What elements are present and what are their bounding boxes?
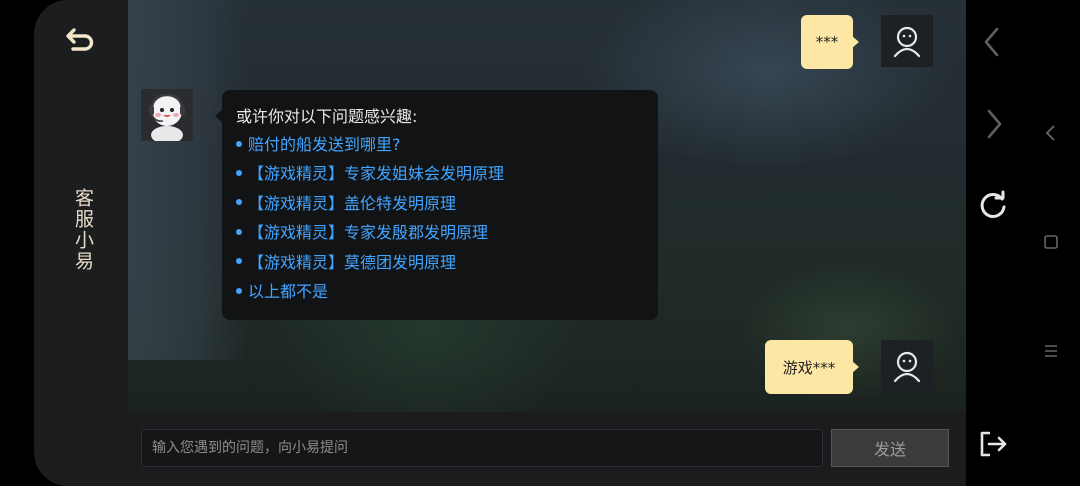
send-button[interactable]: 发送 — [831, 429, 949, 467]
bot-message-heading: 或许你对以下问题感兴趣: — [236, 107, 418, 126]
next-button[interactable] — [969, 100, 1017, 148]
suggestion-item[interactable]: 赔付的船发送到哪里? — [236, 130, 644, 159]
suggestion-text: 赔付的船发送到哪里? — [248, 135, 401, 154]
user-avatar — [881, 15, 933, 67]
user-message-text: *** — [815, 33, 839, 51]
prev-button[interactable] — [969, 18, 1017, 66]
bullet-icon — [236, 140, 242, 147]
system-home-icon — [1044, 235, 1058, 249]
suggestion-text: 【游戏精灵】专家发殷郡发明原理 — [248, 223, 489, 243]
refresh-button[interactable] — [969, 182, 1017, 230]
system-home-button[interactable] — [1028, 219, 1074, 265]
back-button[interactable] — [60, 22, 100, 58]
panel-title: 客服小易 — [72, 188, 94, 272]
system-recents-button[interactable] — [1028, 328, 1074, 374]
chevron-right-icon — [987, 109, 1002, 139]
bot-message-bubble: 或许你对以下问题感兴趣: 赔付的船发送到哪里? 【游戏精灵】专家发姐妹会发明原理… — [215, 90, 658, 320]
system-back-button[interactable] — [1028, 110, 1074, 156]
user-icon — [893, 351, 921, 383]
system-back-icon — [1045, 125, 1055, 141]
bullet-icon — [236, 258, 242, 265]
user-message-bubble: *** — [801, 15, 859, 69]
suggestion-text: 【游戏精灵】莫德团发明原理 — [248, 252, 457, 272]
suggestion-text: 【游戏精灵】盖伦特发明原理 — [248, 193, 457, 213]
customer-service-screen: 客服小易 *** 或许你对以下问题感兴趣: 赔付的船发送到哪里? 【游戏精灵】专… — [0, 0, 1080, 486]
right-nav — [966, 0, 1026, 486]
suggestion-item[interactable]: 【游戏精灵】专家发姐妹会发明原理 — [236, 159, 644, 188]
bullet-icon — [236, 228, 242, 235]
suggestion-item[interactable]: 【游戏精灵】莫德团发明原理 — [236, 248, 644, 277]
suggestion-item[interactable]: 【游戏精灵】盖伦特发明原理 — [236, 189, 644, 218]
exit-icon — [980, 431, 1007, 457]
back-arrow-icon — [66, 28, 94, 51]
system-menu-icon — [1045, 345, 1057, 357]
bullet-icon — [236, 287, 242, 294]
suggestion-text: 【游戏精灵】专家发姐妹会发明原理 — [248, 164, 505, 184]
user-message-bubble: 游戏*** — [765, 340, 859, 394]
suggestion-item[interactable]: 以上都不是 — [236, 277, 644, 306]
exit-button[interactable] — [969, 420, 1017, 468]
bullet-icon — [236, 169, 242, 176]
refresh-icon — [980, 190, 1006, 218]
user-icon — [893, 26, 921, 58]
service-mascot-icon — [149, 93, 185, 141]
user-message-text: 游戏*** — [782, 358, 836, 377]
chevron-left-icon — [984, 27, 999, 57]
question-input[interactable] — [141, 429, 823, 467]
suggestion-text: 以上都不是 — [248, 282, 329, 302]
bullet-icon — [236, 199, 242, 206]
user-avatar — [881, 340, 933, 392]
suggestion-item[interactable]: 【游戏精灵】专家发殷郡发明原理 — [236, 218, 644, 247]
bot-avatar — [141, 89, 193, 141]
